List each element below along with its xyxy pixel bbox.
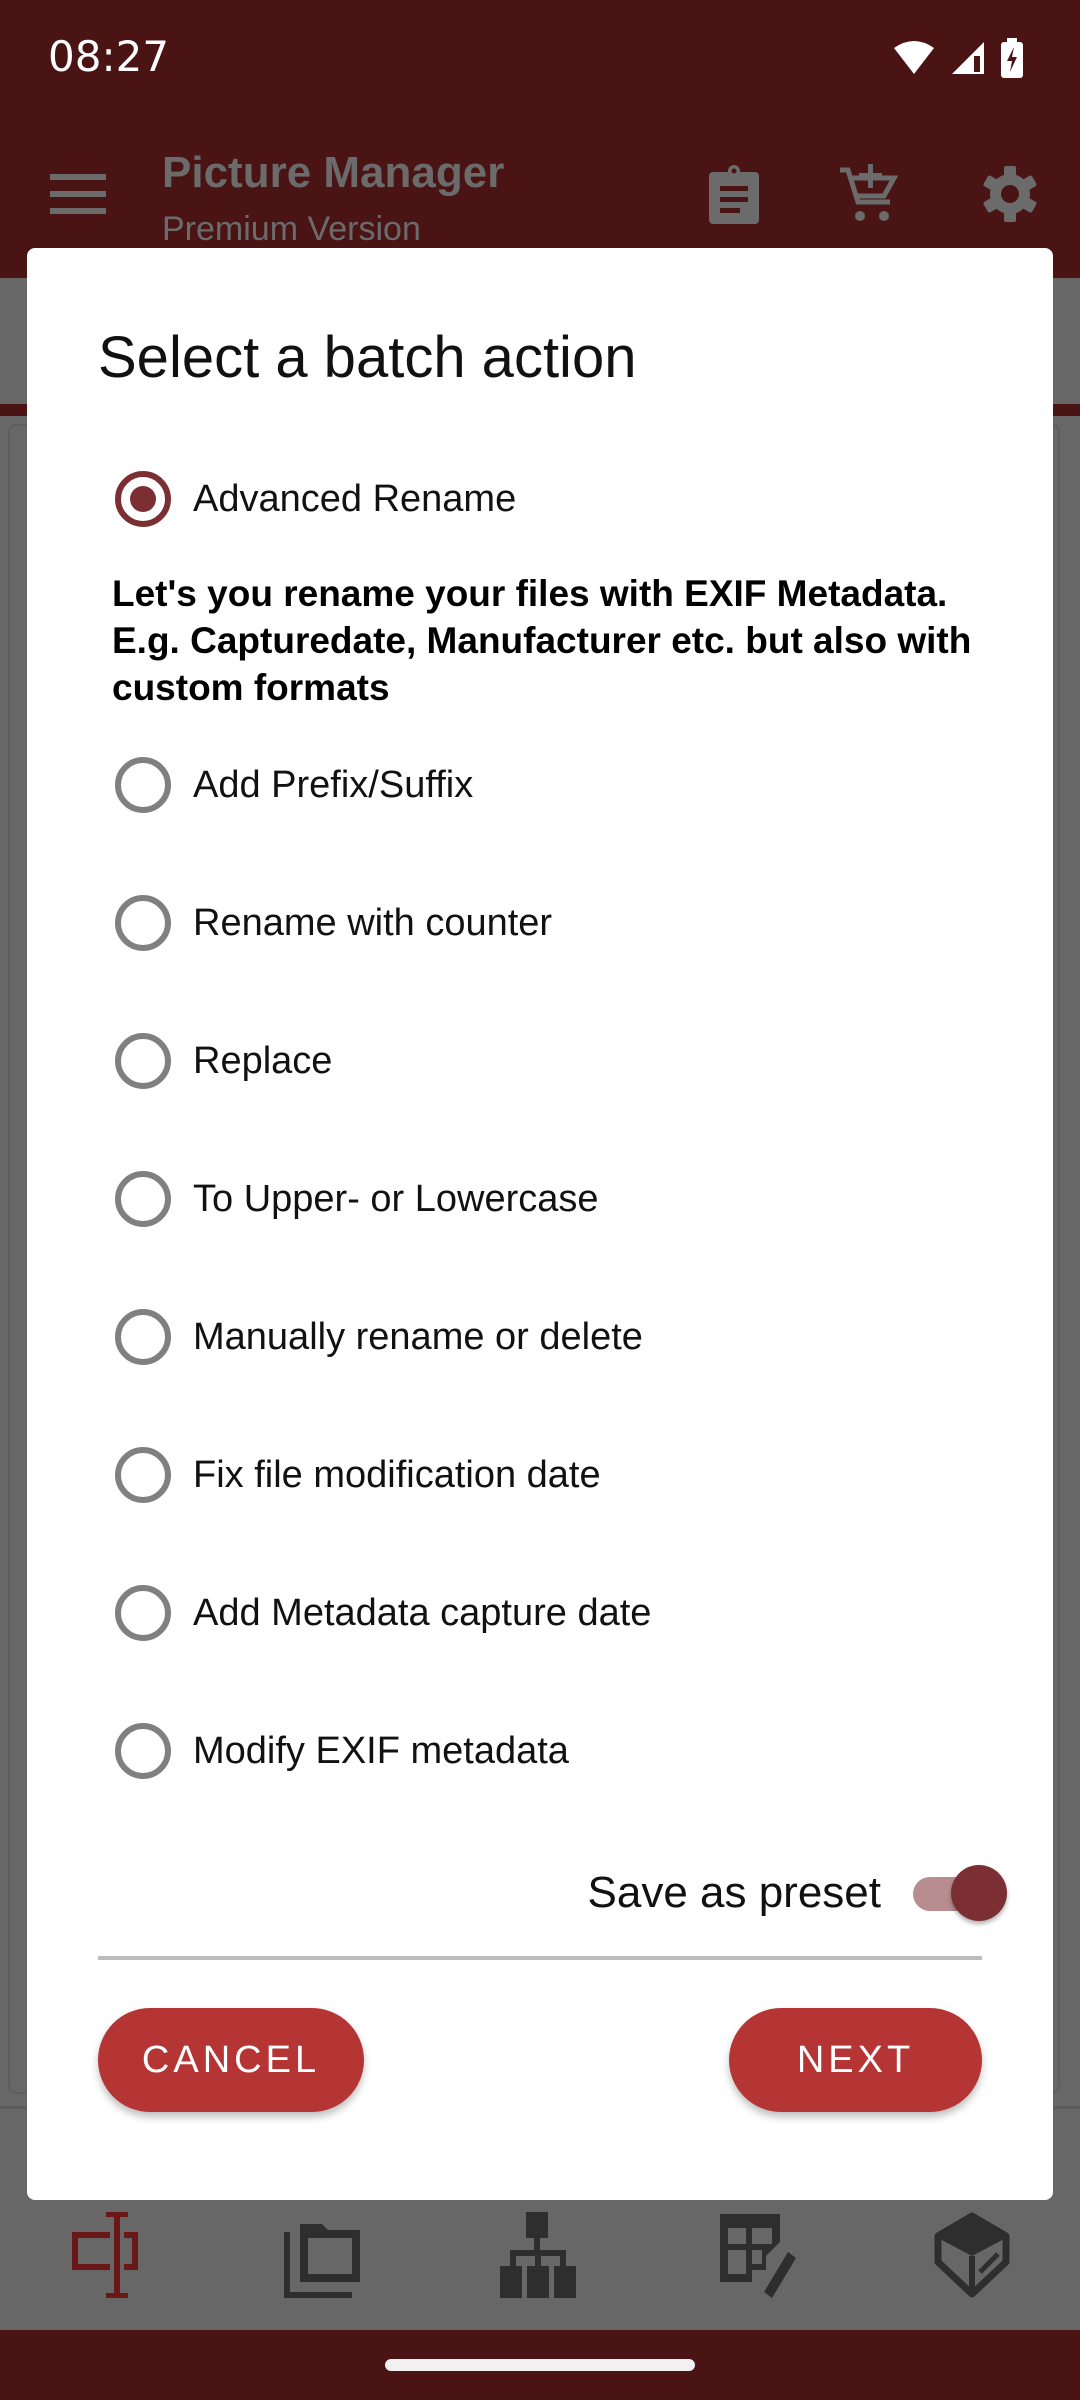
home-gesture-handle[interactable] (385, 2359, 695, 2371)
option-label: Fix file modification date (193, 1453, 601, 1496)
clipboard-icon[interactable] (703, 164, 763, 224)
folder-copy-icon[interactable] (282, 2212, 362, 2298)
option-manually-rename-delete[interactable]: Manually rename or delete (115, 1297, 995, 1377)
cancel-button[interactable]: CANCEL (98, 2008, 364, 2112)
app-title: Picture Manager (162, 148, 505, 197)
hierarchy-icon[interactable] (498, 2212, 578, 2298)
radio-unchecked-icon[interactable] (115, 1033, 171, 1089)
bottom-navigation (0, 2200, 1080, 2330)
next-button[interactable]: NEXT (729, 2008, 982, 2112)
option-label: Advanced Rename (193, 477, 517, 520)
rename-cursor-icon[interactable] (68, 2212, 148, 2298)
add-to-cart-icon[interactable] (838, 164, 898, 224)
option-label: Manually rename or delete (193, 1315, 643, 1358)
status-icons (892, 38, 1024, 78)
option-rename-with-counter[interactable]: Rename with counter (115, 883, 995, 963)
status-time: 08:27 (48, 32, 170, 81)
battery-charging-icon (1001, 38, 1023, 78)
option-advanced-rename[interactable]: Advanced Rename (115, 459, 995, 539)
system-navigation-bar (0, 2330, 1080, 2400)
option-add-prefix-suffix[interactable]: Add Prefix/Suffix (115, 745, 995, 825)
toggle-thumb[interactable] (951, 1865, 1007, 1921)
table-edit-icon[interactable] (718, 2212, 798, 2298)
app-subtitle: Premium Version (162, 210, 421, 248)
dialog-title: Select a batch action (98, 325, 637, 390)
option-fix-modification-date[interactable]: Fix file modification date (115, 1435, 995, 1515)
radio-unchecked-icon[interactable] (115, 1723, 171, 1779)
radio-unchecked-icon[interactable] (115, 1309, 171, 1365)
radio-unchecked-icon[interactable] (115, 757, 171, 813)
option-label: Add Prefix/Suffix (193, 763, 474, 806)
option-label: Add Metadata capture date (193, 1591, 652, 1634)
status-bar: 08:27 (0, 0, 1080, 112)
option-label: Modify EXIF metadata (193, 1729, 569, 1772)
option-modify-exif-metadata[interactable]: Modify EXIF metadata (115, 1711, 995, 1791)
hamburger-menu-icon[interactable] (50, 174, 106, 214)
save-preset-row: Save as preset (547, 1858, 1007, 1928)
box-icon[interactable] (932, 2212, 1012, 2298)
cell-signal-icon (952, 42, 984, 74)
radio-unchecked-icon[interactable] (115, 895, 171, 951)
radio-unchecked-icon[interactable] (115, 1447, 171, 1503)
option-label: Replace (193, 1039, 333, 1082)
batch-action-dialog: Select a batch action Advanced Rename Le… (27, 248, 1053, 2200)
settings-gear-icon[interactable] (980, 164, 1040, 224)
radio-unchecked-icon[interactable] (115, 1585, 171, 1641)
option-replace[interactable]: Replace (115, 1021, 995, 1101)
save-preset-label: Save as preset (587, 1868, 882, 1917)
save-preset-toggle[interactable] (913, 1863, 1007, 1923)
option-label: Rename with counter (193, 901, 553, 944)
radio-unchecked-icon[interactable] (115, 1171, 171, 1227)
wifi-icon (894, 41, 934, 74)
option-upper-lowercase[interactable]: To Upper- or Lowercase (115, 1159, 995, 1239)
dialog-divider (98, 1956, 982, 1960)
option-label: To Upper- or Lowercase (193, 1177, 599, 1220)
option-add-metadata-capture-date[interactable]: Add Metadata capture date (115, 1573, 995, 1653)
radio-checked-icon[interactable] (115, 471, 171, 527)
option-description: Let's you rename your files with EXIF Me… (112, 573, 972, 708)
